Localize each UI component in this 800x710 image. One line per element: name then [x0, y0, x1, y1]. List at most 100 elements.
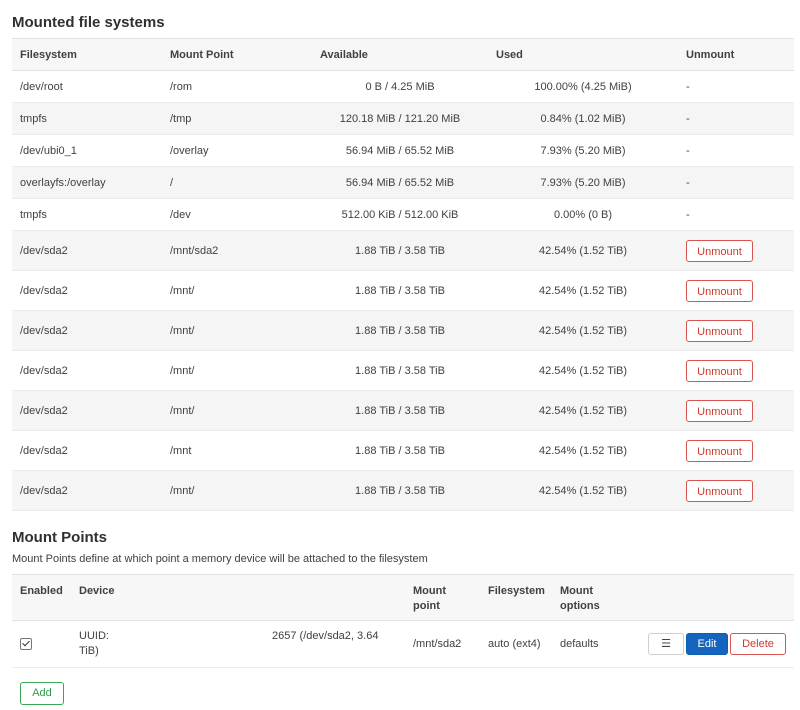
table-row: /dev/sda2/mnt/1.88 TiB / 3.58 TiB 42.54% … — [12, 390, 794, 431]
unmount-button[interactable]: Unmount — [686, 399, 753, 422]
available-cell: 1.88 TiB / 3.58 TiB — [312, 350, 488, 391]
device-cell: UUID: 2657 (/dev/sda2, 3.64 TiB) — [71, 620, 405, 668]
mount-point-cell: /tmp — [162, 102, 312, 135]
available-cell: 1.88 TiB / 3.58 TiB — [312, 430, 488, 471]
mount-point-cell: /mnt/sda2 — [162, 230, 312, 271]
col-filesystem: Filesystem — [480, 574, 552, 621]
col-enabled: Enabled — [12, 574, 71, 621]
col-available: Available — [312, 38, 488, 71]
used-cell: 42.54% (1.52 TiB) — [488, 350, 678, 391]
table-row: /dev/ubi0_1/overlay 56.94 MiB / 65.52 MiB… — [12, 134, 794, 167]
col-mount-options-line2: options — [560, 600, 600, 612]
mount-point-cell: /mnt/sda2 — [405, 620, 480, 668]
enabled-checkbox[interactable] — [20, 637, 32, 650]
available-cell: 1.88 TiB / 3.58 TiB — [312, 270, 488, 311]
unmount-cell: - — [678, 198, 794, 231]
unmount-button[interactable]: Unmount — [686, 279, 753, 302]
unmount-cell: - — [678, 102, 794, 135]
available-cell: 56.94 MiB / 65.52 MiB — [312, 134, 488, 167]
available-cell: 120.18 MiB / 121.20 MiB — [312, 102, 488, 135]
filesystem-cell: /dev/sda2 — [12, 310, 162, 351]
mount-point-cell: /dev — [162, 198, 312, 231]
mounted-filesystems-title: Mounted file systems — [12, 14, 165, 31]
filesystem-cell: /dev/ubi0_1 — [12, 134, 162, 167]
mounted-filesystems-table: Filesystem Mount Point Available Used Un… — [12, 38, 794, 511]
drag-menu-button[interactable]: ☰ — [648, 633, 684, 655]
used-cell: 42.54% (1.52 TiB) — [488, 470, 678, 511]
mount-point-cell: /mnt/ — [162, 350, 312, 391]
table-row: overlayfs:/overlay/56.94 MiB / 65.52 MiB… — [12, 166, 794, 199]
col-mount-options: Mount options — [552, 574, 637, 621]
table-header-row: Filesystem Mount Point Available Used Un… — [12, 38, 794, 71]
available-cell: 1.88 TiB / 3.58 TiB — [312, 310, 488, 351]
used-cell: 100.00% (4.25 MiB) — [488, 70, 678, 103]
table-row: tmpfs/tmp 120.18 MiB / 121.20 MiB 0.84% (1… — [12, 102, 794, 135]
used-cell: 42.54% (1.52 TiB) — [488, 270, 678, 311]
used-cell: 7.93% (5.20 MiB) — [488, 166, 678, 199]
unmount-cell: Unmount — [678, 310, 794, 351]
table-row: /dev/sda2/mnt 1.88 TiB / 3.58 TiB 42.54% (… — [12, 430, 794, 471]
available-cell: 512.00 KiB / 512.00 KiB — [312, 198, 488, 231]
table-row: /dev/sda2/mnt/1.88 TiB / 3.58 TiB 42.54% … — [12, 350, 794, 391]
unmount-button[interactable]: Unmount — [686, 319, 753, 342]
device-uuid-tail: 2657 — [272, 630, 297, 642]
device-uuid-redacted — [112, 631, 273, 642]
filesystem-cell: /dev/sda2 — [12, 470, 162, 511]
used-cell: 42.54% (1.52 TiB) — [488, 230, 678, 271]
unmount-cell: Unmount — [678, 350, 794, 391]
col-device: Device — [71, 574, 405, 621]
used-cell: 42.54% (1.52 TiB) — [488, 430, 678, 471]
unmount-cell: - — [678, 166, 794, 199]
mount-point-cell: /rom — [162, 70, 312, 103]
actions-cell: ☰ Edit Delete — [637, 620, 794, 668]
available-cell: 56.94 MiB / 65.52 MiB — [312, 166, 488, 199]
col-mount-point-line1: Mount — [413, 585, 446, 597]
mount-points-title: Mount Points — [12, 529, 107, 546]
table-row: /dev/sda2/mnt/1.88 TiB / 3.58 TiB 42.54% … — [12, 270, 794, 311]
mount-point-cell: /mnt/ — [162, 470, 312, 511]
filesystem-cell: /dev/root — [12, 70, 162, 103]
unmount-button[interactable]: Unmount — [686, 359, 753, 382]
filesystem-cell: overlayfs:/overlay — [12, 166, 162, 199]
unmount-cell: Unmount — [678, 430, 794, 471]
col-mount-options-line1: Mount — [560, 585, 593, 597]
available-cell: 1.88 TiB / 3.58 TiB — [312, 470, 488, 511]
used-cell: 42.54% (1.52 TiB) — [488, 310, 678, 351]
filesystem-cell: auto (ext4) — [480, 620, 552, 668]
filesystem-cell: tmpfs — [12, 102, 162, 135]
table-row: tmpfs/dev 512.00 KiB / 512.00 KiB 0.00% (0… — [12, 198, 794, 231]
unmount-button[interactable]: Unmount — [686, 239, 753, 262]
mount-points-table: Enabled Device Mount point Filesystem Mou… — [12, 574, 794, 668]
table-row: /dev/sda2/mnt/sda2 1.88 TiB / 3.58 TiB 42.… — [12, 230, 794, 271]
mount-point-cell: /mnt/ — [162, 390, 312, 431]
available-cell: 0 B / 4.25 MiB — [312, 70, 488, 103]
col-mount-point: Mount Point — [162, 38, 312, 71]
used-cell: 7.93% (5.20 MiB) — [488, 134, 678, 167]
unmount-cell: - — [678, 70, 794, 103]
mount-point-cell: /mnt/ — [162, 270, 312, 311]
unmount-cell: Unmount — [678, 390, 794, 431]
used-cell: 0.84% (1.02 MiB) — [488, 102, 678, 135]
delete-button[interactable]: Delete — [730, 633, 786, 655]
col-mount-point-line2: point — [413, 600, 440, 612]
col-actions — [637, 574, 794, 621]
add-button[interactable]: Add — [20, 682, 64, 705]
edit-button[interactable]: Edit — [686, 633, 728, 655]
filesystem-cell: /dev/sda2 — [12, 270, 162, 311]
table-row: UUID: 2657 (/dev/sda2, 3.64 TiB) /mnt/sd… — [12, 620, 794, 668]
mount-point-cell: /mnt — [162, 430, 312, 471]
col-mount-point: Mount point — [405, 574, 480, 621]
used-cell: 0.00% (0 B) — [488, 198, 678, 231]
unmount-button[interactable]: Unmount — [686, 439, 753, 462]
filesystem-cell: /dev/sda2 — [12, 430, 162, 471]
unmount-button[interactable]: Unmount — [686, 479, 753, 502]
device-uuid-label: UUID: — [79, 630, 109, 642]
unmount-cell: Unmount — [678, 470, 794, 511]
col-used: Used — [488, 38, 678, 71]
filesystem-cell: tmpfs — [12, 198, 162, 231]
col-filesystem: Filesystem — [12, 38, 162, 71]
table-header-row: Enabled Device Mount point Filesystem Mou… — [12, 574, 794, 621]
available-cell: 1.88 TiB / 3.58 TiB — [312, 390, 488, 431]
mount-points-description: Mount Points define at which point a mem… — [12, 553, 428, 565]
used-cell: 42.54% (1.52 TiB) — [488, 390, 678, 431]
